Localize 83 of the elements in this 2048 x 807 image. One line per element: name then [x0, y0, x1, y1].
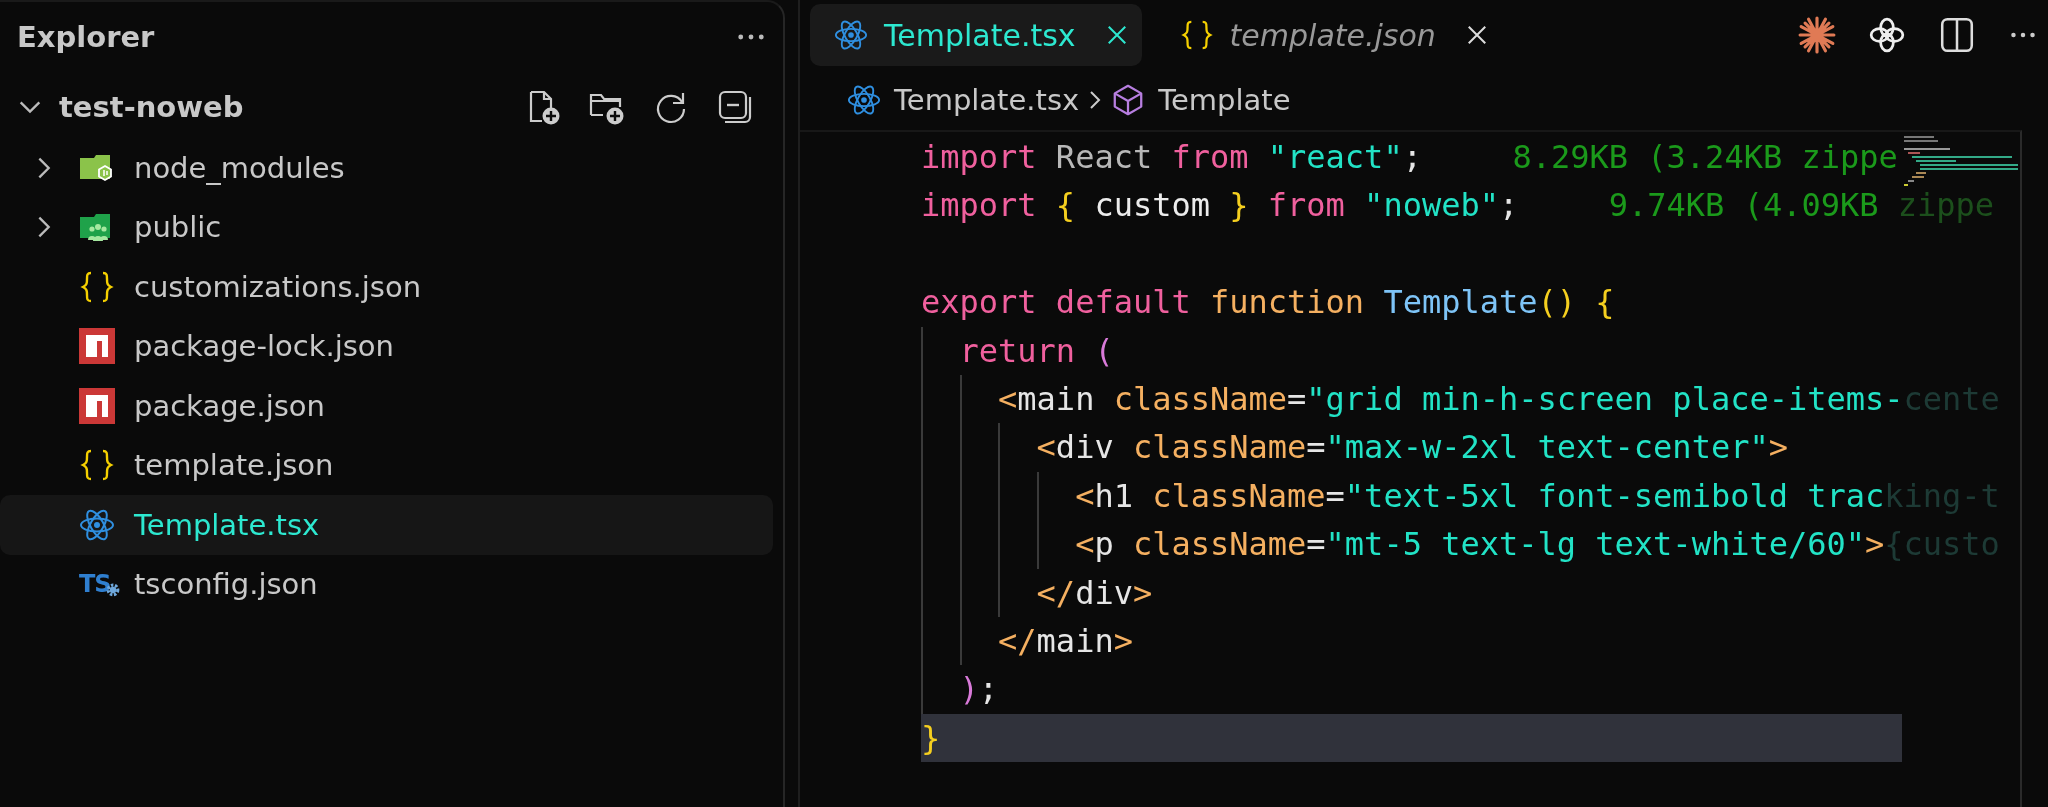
code-token: div	[1055, 428, 1114, 467]
code-token: =	[1325, 476, 1345, 515]
file-tree-item[interactable]: TS tsconfig.json	[0, 554, 773, 614]
package-icon	[79, 387, 115, 424]
file-tree-item[interactable]: public	[0, 197, 773, 257]
tab-label: template.json	[1229, 17, 1436, 53]
breadcrumb-item[interactable]: Template	[1158, 83, 1291, 117]
code-token: export	[921, 283, 1037, 322]
code-token: )	[959, 670, 979, 709]
code-token: >	[1865, 525, 1885, 564]
code-token: "mt-5 text-lg text-white/60"	[1325, 525, 1865, 564]
more-icon[interactable]	[737, 33, 765, 41]
code-token: className	[1113, 379, 1288, 418]
atom-icon	[834, 18, 868, 52]
code-token: import	[921, 138, 1037, 176]
code-token: ;	[1402, 138, 1422, 176]
code-token: from	[1171, 138, 1249, 176]
editor-tab[interactable]: Template.tsx	[810, 4, 1142, 66]
braces-icon	[1179, 18, 1214, 52]
code-token: =	[1287, 379, 1307, 418]
code-token: className	[1152, 476, 1326, 515]
code-token: >	[1113, 621, 1133, 660]
close-icon[interactable]	[1465, 24, 1488, 46]
project-name[interactable]: test-noweb	[59, 90, 244, 124]
code-token: h1	[1094, 476, 1133, 515]
code-token: () {	[1537, 283, 1615, 322]
editor-tab[interactable]: template.json	[1155, 4, 1502, 66]
file-tree-item[interactable]: package-lock.json	[0, 316, 773, 376]
code-token: >	[1132, 573, 1153, 612]
file-tree-item[interactable]: customizations.json	[0, 257, 773, 317]
code-token: custom	[1094, 186, 1210, 225]
more-icon[interactable]	[2010, 31, 2036, 39]
code-token: ;	[978, 670, 999, 709]
starburst-icon[interactable]	[1798, 16, 1836, 54]
code-token: Template	[1383, 283, 1538, 322]
code-token: React	[1055, 138, 1153, 176]
code-token: </	[1036, 573, 1076, 612]
code-token: "grid min-h-screen place-items-	[1306, 379, 1904, 418]
file-tree-item[interactable]: package.json	[0, 376, 773, 436]
code-token: "noweb"	[1364, 186, 1499, 225]
code-token: =	[1306, 525, 1326, 564]
code-token: <	[1075, 525, 1095, 564]
code-token: >	[1768, 428, 1788, 467]
code-token: 9.74KB (4.09KB	[1608, 186, 1879, 225]
code-token: }	[921, 718, 941, 757]
code-token: main	[1036, 621, 1114, 660]
package-icon	[79, 328, 115, 365]
code-token: {	[1055, 186, 1076, 225]
code-token: "react"	[1267, 138, 1403, 176]
atom-icon	[847, 83, 881, 117]
code-token: function	[1210, 283, 1365, 322]
tab-label: Template.tsx	[884, 17, 1076, 53]
collapse-icon[interactable]	[717, 89, 753, 125]
code-token: main	[1017, 379, 1095, 418]
file-tree-item[interactable]: template.json	[0, 435, 773, 495]
code-token: (	[1094, 331, 1114, 370]
code-token: 8.29KB (3.24KB zippe	[1512, 138, 1898, 176]
file-tree-item[interactable]: Template.tsx	[0, 495, 773, 555]
split-editor-icon[interactable]	[1938, 16, 1976, 54]
code-token: <	[998, 379, 1018, 418]
code-token: p	[1094, 525, 1114, 564]
code-token: <	[1036, 428, 1056, 467]
file-tree-item[interactable]: node_modules	[0, 138, 773, 198]
code-token: className	[1132, 525, 1307, 564]
code-token: return	[959, 331, 1076, 370]
explorer-title: Explorer	[17, 20, 155, 54]
code-token: zippe	[1897, 186, 1995, 225]
code-token: from	[1267, 186, 1345, 225]
code-token: default	[1055, 283, 1191, 322]
code-token: "text-5xl font-semibold trac	[1344, 476, 1885, 515]
code-token: ;	[1498, 186, 1519, 225]
code-token: </	[998, 621, 1037, 660]
close-icon[interactable]	[1105, 24, 1128, 46]
code-token: className	[1132, 428, 1307, 467]
code-token: import	[921, 186, 1037, 225]
code-token: =	[1306, 428, 1326, 467]
code-token: }	[1229, 186, 1249, 225]
code-token: div	[1075, 573, 1133, 612]
ts-label: TS	[79, 570, 111, 599]
knot-icon[interactable]	[1868, 16, 1906, 54]
breadcrumb-item[interactable]: Template.tsx	[894, 83, 1080, 117]
code-token: "max-w-2xl text-center"	[1325, 428, 1769, 467]
code-token: <	[1075, 476, 1095, 515]
